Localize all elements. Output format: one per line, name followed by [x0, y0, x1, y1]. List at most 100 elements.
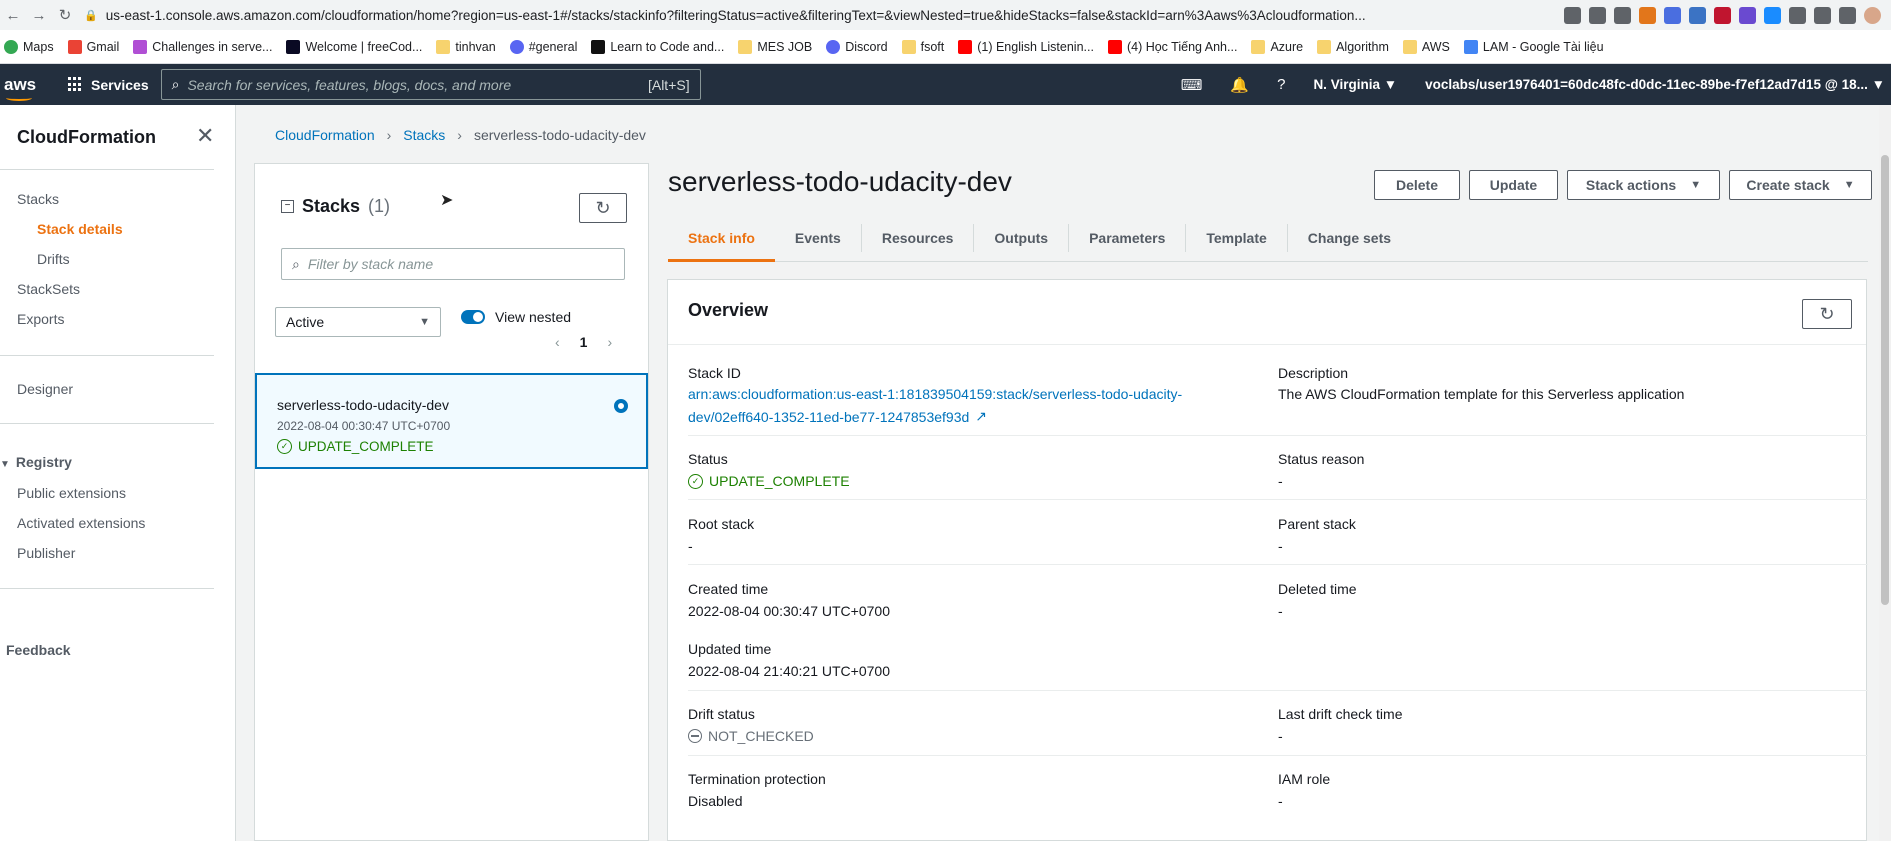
avatar[interactable] [1864, 6, 1881, 24]
bookmark[interactable]: Challenges in serve... [133, 39, 272, 54]
forward-icon[interactable]: → [26, 7, 52, 24]
divider [0, 588, 214, 589]
tab-change-sets[interactable]: Change sets [1288, 224, 1411, 252]
puzzle-icon[interactable] [1789, 6, 1806, 24]
share-icon[interactable] [1589, 6, 1606, 24]
account-menu[interactable]: voclabs/user1976401=60dc48fc-d0dc-11ec-8… [1425, 77, 1885, 92]
sidebar-item-activated-extensions[interactable]: Activated extensions [17, 515, 145, 531]
delete-button[interactable]: Delete [1374, 170, 1460, 200]
create-stack-button[interactable]: Create stack ▼ [1729, 170, 1872, 200]
page-scrollbar[interactable] [1879, 105, 1891, 841]
toggle-switch[interactable] [461, 310, 485, 324]
tab-stack-info[interactable]: Stack info [668, 220, 775, 262]
region-selector[interactable]: N. Virginia ▼ [1313, 77, 1397, 92]
extension-icon[interactable] [1714, 6, 1731, 24]
description-value: The AWS CloudFormation template for this… [1278, 386, 1685, 402]
filter-input[interactable]: ⌕ Filter by stack name [281, 248, 625, 280]
status-filter-select[interactable]: Active ▼ [275, 307, 441, 337]
bookmark[interactable]: fsoft [901, 39, 944, 54]
cloudshell-icon[interactable]: ⌨ [1181, 76, 1203, 94]
stack-id-link[interactable]: arn:aws:cloudformation:us-east-1:1818395… [688, 386, 1182, 402]
bookmark[interactable]: #general [509, 39, 578, 54]
folder-icon [436, 39, 451, 54]
tab-parameters[interactable]: Parameters [1069, 224, 1187, 252]
sidebar-item-stacks[interactable]: Stacks [17, 191, 59, 207]
status-value: ✓ UPDATE_COMPLETE [688, 473, 850, 489]
drift-status-value: NOT_CHECKED [688, 728, 814, 744]
page-number[interactable]: 1 [580, 334, 588, 350]
stack-list-item[interactable]: serverless-todo-udacity-dev 2022-08-04 0… [255, 373, 648, 469]
translate-icon[interactable] [1564, 6, 1581, 24]
refresh-button[interactable]: ↻ [579, 193, 627, 223]
bookmark[interactable]: (1) English Listenin... [958, 39, 1094, 54]
tab-events[interactable]: Events [775, 224, 862, 252]
extension-icon[interactable] [1689, 6, 1706, 24]
search-shortcut-hint: [Alt+S] [647, 76, 690, 93]
sidebar-item-stacksets[interactable]: StackSets [17, 281, 80, 297]
tab-resources[interactable]: Resources [862, 224, 975, 252]
iam-role-value: - [1278, 793, 1283, 809]
back-icon[interactable]: ← [0, 7, 26, 24]
root-stack-value: - [688, 538, 693, 554]
bookmark[interactable]: LAM - Google Tài liệu [1463, 39, 1604, 54]
bookmark[interactable]: Discord [826, 39, 888, 54]
breadcrumb-current: serverless-todo-udacity-dev [473, 127, 646, 143]
tab-template[interactable]: Template [1186, 224, 1288, 252]
last-drift-value: - [1278, 728, 1283, 744]
collapse-icon[interactable]: − [281, 200, 294, 213]
bookmark[interactable]: Algorithm [1317, 39, 1389, 54]
bookmark-label: #general [528, 39, 578, 54]
close-icon[interactable]: ✕ [196, 123, 214, 149]
tab-outputs[interactable]: Outputs [974, 224, 1070, 252]
stack-radio[interactable] [614, 399, 628, 413]
extension-icon[interactable] [1664, 6, 1681, 24]
stack-id-link-cont[interactable]: dev/02eff640-1352-11ed-be77-1247853ef93d… [688, 408, 987, 425]
bookmark[interactable]: Welcome | freeCod... [286, 39, 422, 54]
bookmark[interactable]: tinhvan [436, 39, 496, 54]
bookmark[interactable]: Azure [1251, 39, 1303, 54]
sidebar-item-drifts[interactable]: Drifts [37, 251, 70, 267]
bookmark[interactable]: Learn to Code and... [591, 39, 724, 54]
services-menu[interactable]: Services [68, 77, 149, 93]
sidebar-section-registry[interactable]: ▼ Registry [0, 454, 72, 470]
overview-refresh-button[interactable]: ↻ [1802, 299, 1852, 329]
view-nested-toggle[interactable]: View nested [461, 309, 571, 325]
sidebar-item-designer[interactable]: Designer [17, 381, 73, 397]
bookmark[interactable]: (4) Học Tiếng Anh... [1107, 39, 1237, 54]
site-icon [591, 39, 606, 54]
chevron-left-icon[interactable]: ‹ [555, 334, 560, 350]
sidepanel-icon[interactable] [1839, 6, 1856, 24]
sidebar-item-publisher[interactable]: Publisher [17, 545, 75, 561]
playlist-icon[interactable] [1814, 6, 1831, 24]
sidebar-item-exports[interactable]: Exports [17, 311, 64, 327]
extension-icon[interactable] [1764, 6, 1781, 24]
bookmark[interactable]: AWS [1402, 39, 1450, 54]
help-icon[interactable]: ? [1277, 76, 1285, 93]
stack-name[interactable]: serverless-todo-udacity-dev [277, 397, 449, 413]
stack-id-link-text[interactable]: dev/02eff640-1352-11ed-be77-1247853ef93d [688, 409, 969, 425]
extension-icon[interactable] [1739, 6, 1756, 24]
bookmark-label: tinhvan [455, 39, 496, 54]
sidebar-item-stack-details[interactable]: Stack details [37, 221, 123, 237]
chevron-right-icon[interactable]: › [607, 334, 612, 350]
aws-logo[interactable]: aws [4, 75, 42, 101]
star-icon[interactable] [1614, 6, 1631, 24]
scrollbar-thumb[interactable] [1881, 155, 1889, 605]
sidebar-item-public-extensions[interactable]: Public extensions [17, 485, 126, 501]
breadcrumb-stacks[interactable]: Stacks [403, 127, 445, 143]
discord-icon [826, 39, 841, 54]
sidebar-item-feedback[interactable]: Feedback [6, 642, 71, 658]
update-button[interactable]: Update [1469, 170, 1558, 200]
bell-icon[interactable]: 🔔 [1230, 76, 1249, 94]
check-circle-icon: ✓ [688, 473, 703, 489]
address-bar[interactable]: 🔒 us-east-1.console.aws.amazon.com/cloud… [84, 2, 1564, 28]
bookmark[interactable]: Maps [4, 39, 54, 54]
bookmark[interactable]: MES JOB [738, 39, 812, 54]
breadcrumb-cloudformation[interactable]: CloudFormation [275, 127, 375, 143]
bookmark[interactable]: Gmail [67, 39, 119, 54]
reload-icon[interactable]: ↻ [52, 6, 78, 24]
stack-actions-button[interactable]: Stack actions ▼ [1567, 170, 1720, 200]
metamask-icon[interactable] [1639, 6, 1656, 24]
page-title: serverless-todo-udacity-dev [668, 166, 1012, 197]
search-input[interactable]: ⌕ Search for services, features, blogs, … [160, 69, 701, 100]
